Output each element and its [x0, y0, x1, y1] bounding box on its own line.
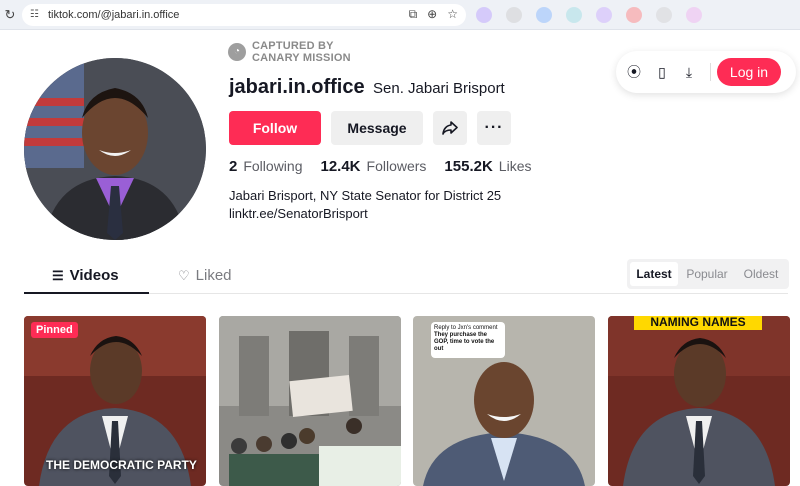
profile-nickname: Sen. Jabari Brisport — [373, 80, 505, 97]
video-banner: NAMING NAMES — [634, 316, 762, 330]
video-thumbnail[interactable]: Pinned THE DEMOCRATIC PARTY — [24, 316, 206, 486]
following-label: Following — [243, 158, 303, 174]
bio-link[interactable]: linktr.ee/SenatorBrisport — [229, 205, 501, 223]
browser-toolbar: ↻ ☷ tiktok.com/@jabari.in.office ⧉ ⊕ ☆ — [0, 0, 800, 30]
pinned-badge: Pinned — [31, 322, 78, 338]
followers-count: 12.4K — [320, 158, 361, 175]
profile-bio: Jabari Brisport, NY State Senator for Di… — [229, 187, 501, 223]
zoom-icon[interactable]: ⊕ — [427, 7, 437, 22]
video-thumbnail[interactable]: Reply to Jxn's comment They purchase the… — [413, 316, 595, 486]
address-bar[interactable]: ☷ tiktok.com/@jabari.in.office ⧉ ⊕ ☆ — [22, 4, 466, 26]
bookmark-star-icon[interactable]: ☆ — [447, 7, 458, 22]
profile-stats: 2 Following 12.4K Followers 155.2K Likes — [229, 158, 549, 175]
sort-popular[interactable]: Popular — [683, 262, 731, 286]
captured-watermark: ◔ CAPTURED BY CANARY MISSION — [228, 40, 351, 64]
header-actions: ⦿ ▯ ⤓ Log in — [616, 51, 796, 93]
captured-line1: CAPTURED BY — [252, 40, 334, 52]
mobile-icon[interactable]: ▯ — [653, 63, 671, 81]
extensions-area — [476, 7, 702, 23]
url-text: tiktok.com/@jabari.in.office — [48, 9, 180, 21]
canary-logo-icon: ◔ — [228, 43, 246, 61]
followers-stat[interactable]: 12.4K Followers — [320, 158, 426, 175]
sort-latest[interactable]: Latest — [630, 262, 678, 286]
following-count: 2 — [229, 158, 238, 175]
tab-liked[interactable]: ♡ Liked — [178, 267, 232, 284]
extension-icon[interactable] — [656, 7, 672, 23]
tab-videos-label: Videos — [69, 267, 119, 284]
bubble-text: They purchase the GOP, time to vote the … — [434, 332, 495, 352]
compass-icon[interactable]: ⦿ — [625, 63, 643, 81]
video-caption: THE DEMOCRATIC PARTY — [46, 458, 197, 472]
sort-oldest[interactable]: Oldest — [737, 262, 785, 286]
reload-icon[interactable]: ↻ — [2, 7, 18, 23]
bio-text: Jabari Brisport, NY State Senator for Di… — [229, 188, 502, 203]
extension-icon[interactable] — [536, 7, 552, 23]
divider — [710, 63, 711, 81]
extension-icon[interactable] — [506, 7, 522, 23]
extension-icon[interactable] — [596, 7, 612, 23]
followers-label: Followers — [366, 158, 427, 174]
extension-icon[interactable] — [566, 7, 582, 23]
bubble-header: Reply to Jxn's comment — [434, 325, 498, 331]
likes-count: 155.2K — [444, 158, 493, 175]
comment-reply-bubble: Reply to Jxn's comment They purchase the… — [431, 322, 505, 358]
tab-liked-label: Liked — [195, 267, 232, 284]
heart-lock-icon: ♡ — [178, 267, 190, 283]
extension-icon[interactable] — [476, 7, 492, 23]
likes-stat: 155.2K Likes — [444, 158, 531, 175]
active-tab-indicator — [24, 292, 149, 294]
site-info-icon[interactable]: ☷ — [30, 9, 39, 20]
tab-videos[interactable]: ☰ Videos — [52, 267, 119, 284]
share-button[interactable] — [433, 111, 467, 145]
grid-icon: ☰ — [52, 267, 64, 283]
download-icon[interactable]: ⤓ — [680, 63, 698, 81]
share-icon — [442, 121, 458, 135]
video-thumbnail[interactable] — [219, 316, 401, 486]
login-button[interactable]: Log in — [717, 58, 781, 86]
install-app-icon[interactable]: ⧉ — [409, 7, 418, 22]
message-button[interactable]: Message — [331, 111, 423, 145]
video-thumbnail[interactable]: NAMING NAMES — [608, 316, 790, 486]
sort-selector: Latest Popular Oldest — [627, 259, 789, 289]
extension-icon[interactable] — [686, 7, 702, 23]
extension-icon[interactable] — [626, 7, 642, 23]
profile-username: jabari.in.office — [229, 76, 365, 98]
follow-button[interactable]: Follow — [229, 111, 321, 145]
likes-label: Likes — [498, 158, 532, 174]
following-stat[interactable]: 2 Following — [229, 158, 302, 175]
captured-line2: CANARY MISSION — [252, 52, 351, 64]
more-options-button[interactable]: ··· — [477, 111, 511, 145]
avatar[interactable] — [24, 58, 206, 240]
